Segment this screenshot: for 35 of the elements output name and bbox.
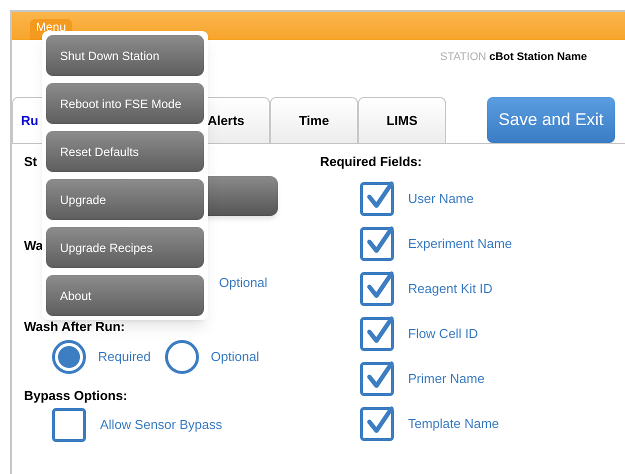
save-and-exit-button[interactable]: Save and Exit (487, 97, 615, 143)
field-label: Primer Name (408, 370, 485, 388)
checkbox[interactable] (360, 362, 394, 396)
station-label: STATION (440, 50, 486, 65)
radio-button[interactable] (52, 340, 86, 374)
station-name: cBot Station Name (489, 50, 587, 65)
option-label: Allow Sensor Bypass (100, 416, 222, 434)
tab[interactable]: Time (270, 97, 358, 143)
checkbox[interactable] (360, 272, 394, 306)
option-label: Optional (219, 274, 268, 292)
field-label: Experiment Name (408, 234, 512, 253)
field-label: Template Name (408, 414, 500, 433)
menu-item[interactable]: Reboot into FSE Mode (46, 83, 204, 124)
checkbox[interactable] (360, 406, 394, 440)
field-label: User Name (408, 190, 474, 208)
radio-button[interactable] (164, 340, 199, 374)
menu-item[interactable]: Upgrade Recipes (46, 227, 204, 268)
field-label: Reagent Kit ID (408, 280, 493, 298)
field-label: Flow Cell ID (408, 324, 478, 343)
menu-item[interactable]: Reset Defaults (46, 131, 204, 172)
checkbox[interactable] (360, 182, 394, 216)
menu-item[interactable]: Upgrade (46, 179, 204, 220)
checkbox[interactable] (360, 226, 394, 260)
section-heading: St (24, 153, 37, 171)
option-label: Required (98, 348, 151, 366)
menu-item[interactable]: Shut Down Station (46, 35, 204, 76)
tab[interactable]: LIMS (358, 97, 446, 143)
section-heading: Wash After Run: (24, 318, 125, 336)
menu-item[interactable]: About (46, 275, 204, 316)
option-label: Optional (210, 348, 260, 366)
section-heading: Required Fields: (320, 153, 422, 171)
section-heading: Wa (24, 236, 44, 254)
checkbox[interactable] (360, 316, 394, 350)
checkbox[interactable] (52, 408, 86, 442)
section-heading: Bypass Options: (24, 387, 128, 405)
